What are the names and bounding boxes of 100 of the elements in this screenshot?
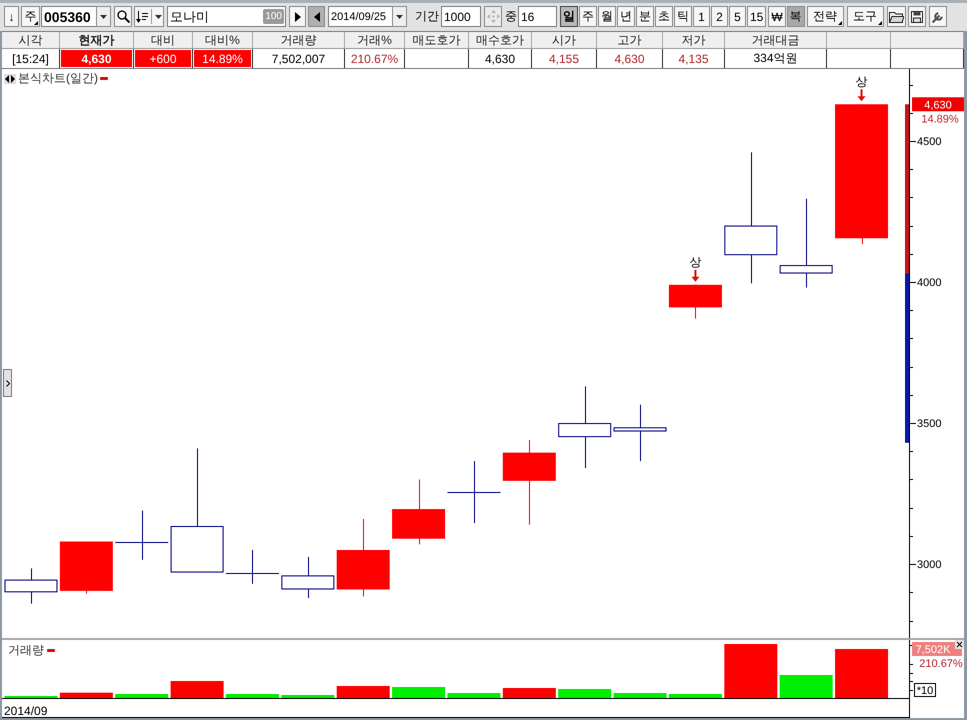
volume-bar: [170, 681, 224, 698]
volume-bar: [392, 687, 446, 698]
table-cell: 14.89%: [194, 50, 251, 67]
table-cell-text: 334억원: [752, 50, 799, 67]
limit-up-label: 상: [856, 74, 868, 88]
column-header: 거래%: [357, 32, 392, 49]
volume-bar: [281, 695, 334, 698]
column-header: 매도호가: [412, 32, 460, 49]
volume-bar: [226, 694, 279, 698]
sort-list-icon: [136, 10, 148, 22]
toggle-button[interactable]: ₩: [768, 6, 786, 27]
interval-tab[interactable]: 틱: [674, 6, 692, 27]
volume-bar: [668, 694, 722, 698]
interval-tab[interactable]: 월: [598, 6, 616, 27]
interval-tab[interactable]: 분: [636, 6, 654, 27]
column-header: 현재가: [78, 32, 114, 49]
count-badge: 100: [263, 9, 284, 24]
volume-bar: [558, 689, 612, 698]
table-cell-text: 7,502,007: [270, 50, 326, 67]
volume-bar: [614, 693, 667, 698]
down-arrow-icon: [858, 89, 866, 102]
current-price-tag: 4,630: [912, 97, 964, 112]
panel-toggle-button[interactable]: [3, 369, 12, 397]
interval-tab[interactable]: 2: [711, 6, 728, 27]
search-icon: [116, 10, 130, 23]
axis-label: 3000: [917, 559, 942, 572]
stock-code-field[interactable]: 005360: [41, 6, 96, 27]
forward-button[interactable]: [289, 6, 306, 27]
interval-tab[interactable]: 주: [579, 6, 597, 27]
candlestick: [281, 556, 334, 598]
close-icon[interactable]: [955, 640, 964, 649]
candlestick: [114, 510, 169, 560]
table-cell-text: 210.67%: [350, 50, 400, 67]
column-header: 대비%: [205, 32, 240, 49]
dropdown-corner-icon: [878, 21, 882, 25]
limit-up-label: 상: [689, 254, 702, 269]
column-header: 시각: [18, 32, 42, 49]
column-header: 대비: [151, 32, 175, 49]
save-button[interactable]: [908, 6, 926, 27]
candlestick: [392, 478, 446, 545]
column-header: 거래대금: [752, 32, 800, 49]
axis-label: 3500: [917, 418, 942, 430]
volume-bar: [60, 692, 113, 698]
interval-tab[interactable]: 일: [560, 6, 578, 27]
interval-tab[interactable]: 5: [729, 6, 746, 27]
period-label: 기간: [415, 8, 439, 25]
left-triangle-icon: [314, 12, 320, 22]
wrench-icon: [932, 10, 944, 22]
volume-bar: [336, 686, 390, 698]
column-header: 매수호가: [476, 32, 524, 49]
menu-button[interactable]: 도구: [846, 6, 884, 27]
caret-icon: [396, 14, 403, 18]
back-button[interactable]: [308, 6, 325, 27]
table-cell-text: 4,630: [484, 50, 516, 67]
date-axis-label: 2014/09: [4, 704, 48, 718]
table-cell: +600: [135, 50, 191, 67]
candlestick: [614, 404, 667, 462]
candlestick: [446, 460, 501, 524]
down-button[interactable]: ↓: [4, 6, 19, 27]
count-field[interactable]: 16: [518, 6, 557, 27]
interval-tab[interactable]: 1: [693, 6, 710, 27]
search-button[interactable]: [114, 6, 132, 27]
table-cell-text: 4,630: [613, 50, 646, 67]
interval-tab[interactable]: 년: [617, 6, 635, 27]
scroll-arrows-icon[interactable]: [4, 74, 16, 84]
volume-bar: [835, 649, 888, 698]
folder-icon: [888, 10, 904, 22]
dropdown-corner-icon: [34, 21, 38, 25]
volume-bar: [780, 675, 833, 698]
volume-bar: [724, 644, 778, 698]
interval-tab[interactable]: 15: [747, 6, 766, 27]
column-header: 저가: [682, 32, 706, 49]
volume-ratio: 210.67%: [919, 658, 963, 670]
save-icon: [910, 10, 923, 22]
open-button[interactable]: [886, 6, 906, 27]
date-field[interactable]: 2014/09/25: [328, 6, 392, 27]
dropdown-button[interactable]: [392, 6, 407, 27]
dropdown-button[interactable]: [96, 6, 111, 27]
caret-icon: [155, 14, 162, 18]
four-arrows-icon: [486, 10, 500, 23]
toggle-button[interactable]: 복: [786, 6, 805, 27]
column-header: 거래량: [280, 32, 316, 49]
period-field[interactable]: 1000: [441, 6, 481, 27]
scale-badge: *10: [914, 683, 936, 697]
volume-tag: 7,502K: [912, 642, 962, 656]
change-percent: 14.89%: [921, 113, 959, 126]
right-triangle-icon: [294, 12, 300, 22]
volume-bar: [502, 688, 556, 698]
table-cell: 4,630: [61, 50, 132, 67]
table-cell-text: 4,135: [677, 50, 710, 67]
interval-tab[interactable]: 초: [655, 6, 673, 27]
settings-button[interactable]: [928, 6, 947, 27]
down-arrow-icon: [691, 270, 700, 282]
caret-icon: [100, 14, 107, 18]
sort-button[interactable]: [134, 6, 164, 27]
table-cell-text: [15:24]: [11, 50, 50, 67]
column-header: 고가: [618, 32, 642, 49]
menu-button[interactable]: 전략: [806, 6, 844, 27]
market-button[interactable]: 주: [21, 6, 40, 27]
axis-label: 4000: [917, 276, 942, 289]
